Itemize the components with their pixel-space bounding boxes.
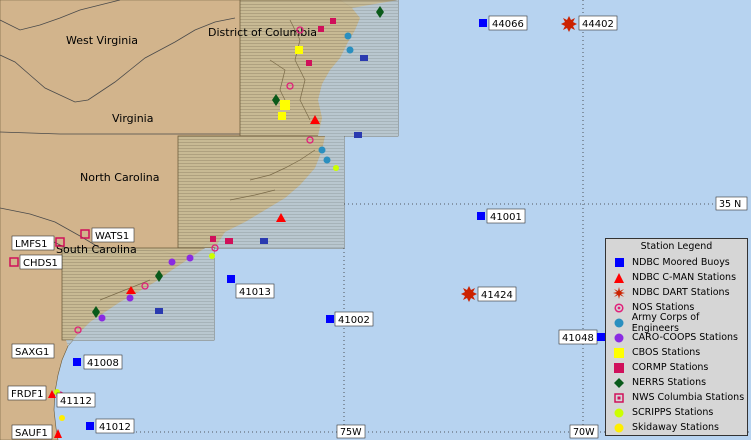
legend-title: Station Legend xyxy=(640,241,713,252)
lime-circle-icon xyxy=(613,407,625,419)
legend-item-army-corps[interactable]: Army Corps of Engineers xyxy=(606,312,747,334)
cormp-station[interactable] xyxy=(318,26,324,32)
legend-item-ndbc-moored-buoys[interactable]: NDBC Moored Buoys xyxy=(606,255,747,270)
scripps-station[interactable] xyxy=(333,165,339,171)
cbos-station[interactable] xyxy=(280,100,290,110)
legend-item-label: CORMP Stations xyxy=(632,362,709,373)
caro-coops-station[interactable] xyxy=(168,258,176,266)
legend-item-nerrs[interactable]: NERRS Stations xyxy=(606,375,747,390)
buoy-square-icon xyxy=(479,19,487,27)
lon-70-label: 70W xyxy=(573,427,595,438)
station-label: FRDF1 xyxy=(11,389,44,400)
scripps-station[interactable] xyxy=(209,253,215,259)
legend-item-cormp[interactable]: CORMP Stations xyxy=(606,360,747,375)
dart-star-icon xyxy=(461,286,477,302)
legend-item-label: CARO-COOPS Stations xyxy=(632,332,738,343)
pink-box-icon xyxy=(613,392,625,404)
legend-item-ndbc-cman[interactable]: NDBC C-MAN Stations xyxy=(606,270,747,285)
dart-station-44402[interactable]: 44402 xyxy=(561,15,618,32)
station-label: 44402 xyxy=(582,19,614,30)
legend-item-label: Skidaway Stations xyxy=(632,422,719,433)
legend-item-label: NDBC Moored Buoys xyxy=(632,257,730,268)
nos-ring-icon xyxy=(613,302,625,314)
legend-item-label: Army Corps of Engineers xyxy=(631,311,700,334)
station-label: 41013 xyxy=(239,287,271,298)
cbos-station[interactable] xyxy=(278,112,286,120)
legend-item-cbos[interactable]: CBOS Stations xyxy=(606,345,747,360)
caro-coops-station[interactable] xyxy=(98,314,106,322)
legend-item-label: SCRIPPS Stations xyxy=(632,407,714,418)
cormp-station[interactable] xyxy=(225,238,233,244)
dart-station-41424[interactable]: 41424 xyxy=(461,286,517,302)
station-label: 41002 xyxy=(338,315,370,326)
state-label-north-carolina: North Carolina xyxy=(80,171,160,184)
purple-circle-icon xyxy=(613,332,625,344)
station-label: 41048 xyxy=(562,333,594,344)
army-corps-station[interactable] xyxy=(346,46,354,54)
buoy-square-icon xyxy=(326,315,334,323)
dart-star-icon xyxy=(561,16,577,32)
buoy-square-icon xyxy=(86,422,94,430)
skidaway-station[interactable] xyxy=(59,415,65,421)
station-label: SAUF1 xyxy=(15,428,48,439)
station-label: 41008 xyxy=(87,358,119,369)
lat-35-label: 35 N xyxy=(719,199,741,210)
lon-75-label: 75W xyxy=(340,427,362,438)
buoy-41112[interactable]: 41112 xyxy=(56,392,96,408)
station-label: 44066 xyxy=(492,19,524,30)
legend-item-ndbc-dart[interactable]: NDBC DART Stations xyxy=(606,285,747,300)
gold-circle-icon xyxy=(613,422,625,434)
buoy-square-icon xyxy=(73,358,81,366)
caro-coops-station[interactable] xyxy=(126,294,134,302)
cbos-station[interactable] xyxy=(295,46,303,54)
station-label: 41112 xyxy=(60,396,92,407)
red-triangle-icon xyxy=(613,272,625,284)
blue-square-icon xyxy=(613,257,625,269)
legend-item-label: NDBC DART Stations xyxy=(632,287,730,298)
legend-item-label: NERRS Stations xyxy=(632,377,707,388)
station-legend: Station Legend NDBC Moored Buoys NDBC C-… xyxy=(605,238,748,436)
army-corps-station[interactable] xyxy=(323,156,331,164)
legend-item-caro-coops[interactable]: CARO-COOPS Stations xyxy=(606,330,747,345)
dart-star-icon xyxy=(613,286,625,299)
station-label: 41424 xyxy=(481,290,513,301)
station-label: SAXG1 xyxy=(15,347,49,358)
legend-item-nws-columbia[interactable]: NWS Columbia Stations xyxy=(606,390,747,405)
cormp-station[interactable] xyxy=(306,60,312,66)
legend-item-skidaway[interactable]: Skidaway Stations xyxy=(606,420,747,435)
cormp-station[interactable] xyxy=(330,18,336,24)
legend-item-label: NWS Columbia Stations xyxy=(632,392,745,403)
state-label-south-carolina: South Carolina xyxy=(56,243,137,256)
state-label-virginia: Virginia xyxy=(112,112,153,125)
cormp-station[interactable] xyxy=(210,236,216,242)
cman-station-saxg1[interactable]: SAXG1 xyxy=(11,343,55,359)
teal-circle-icon xyxy=(613,317,625,329)
army-corps-station[interactable] xyxy=(318,146,326,154)
caro-coops-station[interactable] xyxy=(186,254,194,262)
legend-item-label: NDBC C-MAN Stations xyxy=(632,272,737,283)
buoy-square-icon xyxy=(477,212,485,220)
station-label: 41012 xyxy=(99,422,131,433)
buoy-square-icon xyxy=(597,333,605,341)
army-corps-station[interactable] xyxy=(344,32,352,40)
state-label-west-virginia: West Virginia xyxy=(66,34,138,47)
buoy-square-icon xyxy=(227,275,235,283)
green-diamond-icon xyxy=(613,377,625,389)
legend-item-scripps[interactable]: SCRIPPS Stations xyxy=(606,405,747,420)
station-label: WATS1 xyxy=(95,231,129,242)
station-label: 41001 xyxy=(490,212,522,223)
yellow-square-icon xyxy=(613,347,625,359)
crimson-square-icon xyxy=(613,362,625,374)
legend-item-label: CBOS Stations xyxy=(632,347,701,358)
station-label: CHDS1 xyxy=(23,258,58,269)
station-label: LMFS1 xyxy=(15,239,48,250)
